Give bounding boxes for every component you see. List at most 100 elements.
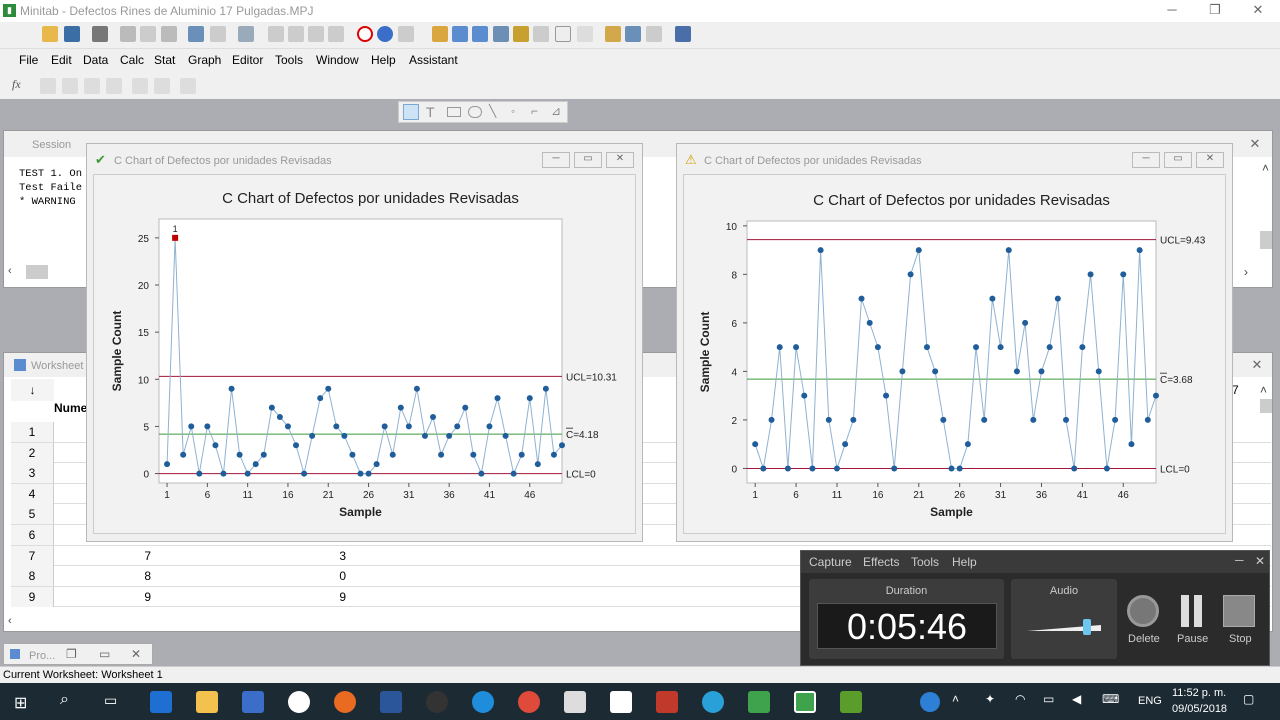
move-columns-icon[interactable] bbox=[84, 78, 100, 94]
menu-data[interactable]: Data bbox=[83, 53, 108, 67]
row-number[interactable]: 8 bbox=[11, 566, 54, 587]
row-number[interactable]: 3 bbox=[11, 463, 54, 484]
cell[interactable]: 9 bbox=[161, 587, 346, 607]
recorder-minimize-icon[interactable]: ─ bbox=[1235, 553, 1244, 567]
cancel-icon[interactable] bbox=[357, 26, 373, 42]
edit-last-dialog-icon[interactable] bbox=[238, 26, 254, 42]
ellipse-tool-icon[interactable] bbox=[468, 106, 482, 118]
ws-scroll-up-icon[interactable]: ˄ bbox=[1260, 383, 1272, 397]
history-icon[interactable] bbox=[513, 26, 529, 42]
menu-editor[interactable]: Editor bbox=[232, 53, 263, 67]
close-all-graphs-icon[interactable] bbox=[675, 26, 691, 42]
tools-icon[interactable] bbox=[577, 26, 593, 42]
row-number[interactable]: 9 bbox=[11, 586, 54, 607]
recorder-menu-effects[interactable]: Effects bbox=[863, 555, 899, 569]
row-number[interactable]: 7 bbox=[11, 545, 54, 566]
function-icon[interactable]: fx bbox=[12, 77, 21, 92]
file-explorer-icon[interactable] bbox=[196, 691, 218, 713]
keyboard-icon[interactable]: ⌨ bbox=[1102, 692, 1119, 706]
text-tool-icon[interactable]: T bbox=[426, 104, 435, 120]
notifications-icon[interactable]: ▢ bbox=[1243, 692, 1254, 706]
camtasia-recorder-icon[interactable] bbox=[794, 691, 816, 713]
arrow-down-icon[interactable] bbox=[288, 26, 304, 42]
chart1-minimize-button[interactable]: ─ bbox=[542, 152, 570, 168]
binoculars-icon[interactable] bbox=[328, 26, 344, 42]
column-header[interactable]: Nume bbox=[54, 401, 87, 415]
chart2-close-button[interactable]: ✕ bbox=[1196, 152, 1224, 168]
menu-calc[interactable]: Calc bbox=[120, 53, 144, 67]
rectangle-tool-icon[interactable] bbox=[447, 107, 461, 117]
chrome-icon[interactable] bbox=[518, 691, 540, 713]
worksheet-close-icon[interactable]: ✕ bbox=[1249, 357, 1265, 373]
marker-tool-icon[interactable]: ◦ bbox=[511, 104, 515, 118]
print-icon[interactable] bbox=[92, 26, 108, 42]
row-number[interactable]: 2 bbox=[11, 442, 54, 463]
pause-icon[interactable] bbox=[1181, 595, 1189, 627]
internet-explorer-icon[interactable] bbox=[472, 691, 494, 713]
cell[interactable]: 8 bbox=[61, 566, 151, 586]
volume-icon[interactable]: ◀ bbox=[1072, 692, 1081, 706]
worksheet-window-icon[interactable] bbox=[452, 26, 468, 42]
row-number[interactable]: 1 bbox=[11, 422, 54, 442]
chart1-close-button[interactable]: ✕ bbox=[606, 152, 634, 168]
project-close-icon[interactable]: ✕ bbox=[131, 647, 141, 661]
stat-guide-icon[interactable] bbox=[398, 26, 414, 42]
cell[interactable]: 9 bbox=[61, 587, 151, 607]
word-icon[interactable] bbox=[380, 691, 402, 713]
ws-v-scrollbar[interactable] bbox=[1260, 399, 1272, 413]
task-view-icon[interactable]: ▭ bbox=[104, 692, 117, 709]
camtasia-icon[interactable] bbox=[748, 691, 770, 713]
save-icon[interactable] bbox=[64, 26, 80, 42]
search-icon[interactable]: ⌕ bbox=[60, 691, 69, 709]
copy-icon[interactable] bbox=[140, 26, 156, 42]
session-h-scrollbar[interactable] bbox=[26, 265, 48, 279]
open-icon[interactable] bbox=[42, 26, 58, 42]
session-close-icon[interactable]: ✕ bbox=[1247, 136, 1263, 152]
menu-edit[interactable]: Edit bbox=[51, 53, 72, 67]
stop-icon[interactable] bbox=[1223, 595, 1255, 627]
firefox-icon[interactable] bbox=[334, 691, 356, 713]
report-pad-icon[interactable] bbox=[533, 26, 549, 42]
battery-icon[interactable]: ▭ bbox=[1043, 692, 1054, 706]
insert-rows-icon[interactable] bbox=[40, 78, 56, 94]
edge-icon[interactable] bbox=[150, 691, 172, 713]
sort-icon[interactable] bbox=[106, 78, 122, 94]
chart2-minimize-button[interactable]: ─ bbox=[1132, 152, 1160, 168]
media-icon[interactable] bbox=[426, 691, 448, 713]
arrow-up-icon[interactable] bbox=[268, 26, 284, 42]
redo-icon[interactable] bbox=[210, 26, 226, 42]
pause-label[interactable]: Pause bbox=[1177, 633, 1208, 645]
pause-icon-bar[interactable] bbox=[1194, 595, 1202, 627]
cut-icon[interactable] bbox=[120, 26, 136, 42]
paste-icon[interactable] bbox=[161, 26, 177, 42]
cell[interactable]: 0 bbox=[161, 566, 346, 586]
minimize-icon[interactable]: ─ bbox=[1164, 2, 1180, 18]
pdf-icon[interactable] bbox=[656, 691, 678, 713]
cell[interactable]: 3 bbox=[161, 546, 346, 566]
language-indicator[interactable]: ENG bbox=[1138, 695, 1162, 707]
skype-icon[interactable] bbox=[702, 691, 724, 713]
mail-icon[interactable] bbox=[564, 691, 586, 713]
store-icon[interactable] bbox=[242, 691, 264, 713]
info-icon[interactable] bbox=[493, 26, 509, 42]
menu-window[interactable]: Window bbox=[316, 53, 359, 67]
session-v-scrollbar[interactable] bbox=[1260, 231, 1272, 249]
delete-label[interactable]: Delete bbox=[1128, 633, 1160, 645]
start-windows-icon[interactable]: ⊞ bbox=[14, 693, 27, 713]
polyline-tool-icon[interactable]: ⌐ bbox=[531, 104, 538, 118]
project-restore-icon[interactable]: ❐ bbox=[66, 647, 77, 661]
menu-tools[interactable]: Tools bbox=[275, 53, 303, 67]
find-icon[interactable] bbox=[308, 26, 324, 42]
project-manager-minimized[interactable]: Pro... ❐ ▭ ✕ bbox=[3, 643, 153, 665]
close-icon[interactable]: ✕ bbox=[1250, 2, 1266, 18]
menu-help[interactable]: Help bbox=[371, 53, 396, 67]
pencil-icon[interactable] bbox=[154, 78, 170, 94]
recorder-close-icon[interactable]: ✕ bbox=[1255, 554, 1265, 568]
notepad-icon[interactable] bbox=[610, 691, 632, 713]
line-icon[interactable] bbox=[180, 78, 196, 94]
scroll-right-icon[interactable]: › bbox=[1244, 265, 1256, 279]
cell[interactable]: 7 bbox=[61, 546, 151, 566]
audio-slider-handle[interactable] bbox=[1083, 619, 1091, 635]
tray-chevron-icon[interactable]: ˄ bbox=[952, 692, 959, 706]
clock-date[interactable]: 09/05/2018 bbox=[1172, 703, 1227, 715]
